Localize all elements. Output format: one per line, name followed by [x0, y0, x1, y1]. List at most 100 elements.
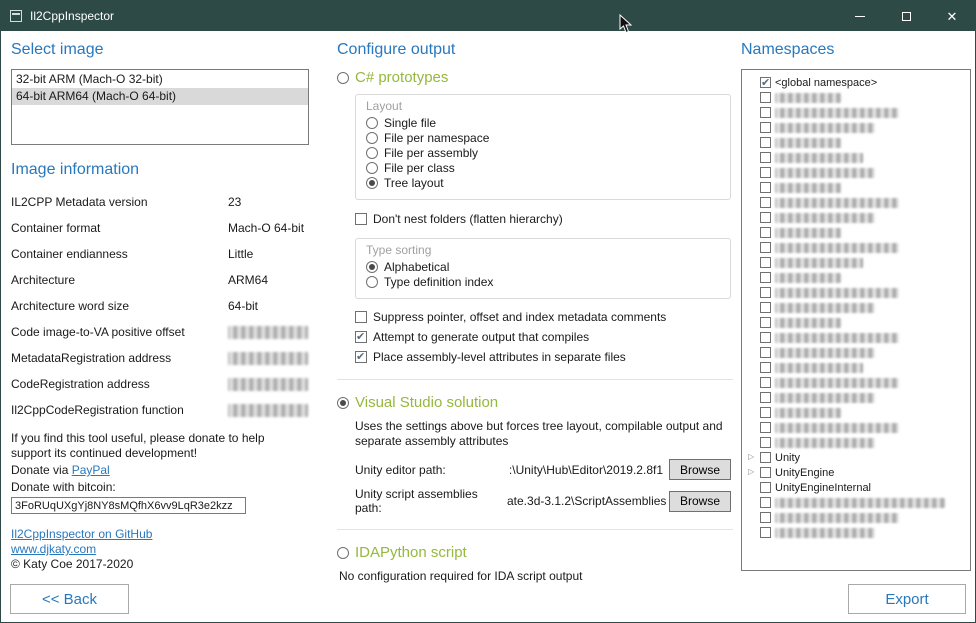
namespace-checkbox[interactable] — [760, 467, 771, 478]
output-checkbox-row[interactable]: Attempt to generate output that compiles — [355, 329, 733, 345]
namespace-item[interactable]: ▷ — [746, 495, 968, 510]
type-sorting-option[interactable]: Type definition index — [366, 275, 720, 289]
namespace-item[interactable]: ▷ — [746, 90, 968, 105]
namespace-item[interactable]: ▷ — [746, 330, 968, 345]
namespace-item[interactable]: ▷ — [746, 135, 968, 150]
namespace-checkbox[interactable] — [760, 302, 771, 313]
unity-script-assemblies-value[interactable]: ate.3d-3.1.2\ScriptAssemblies — [507, 494, 669, 508]
output-checkbox-row[interactable]: Place assembly-level attributes in separ… — [355, 349, 733, 365]
maximize-button[interactable] — [883, 1, 929, 31]
output-checkbox-row[interactable]: Suppress pointer, offset and index metad… — [355, 309, 733, 325]
namespace-item[interactable]: ▷ — [746, 195, 968, 210]
namespace-checkbox[interactable] — [760, 377, 771, 388]
namespace-checkbox[interactable] — [760, 212, 771, 223]
namespace-item[interactable]: ▷ — [746, 180, 968, 195]
namespace-item[interactable]: ▷ UnityEngine — [746, 465, 968, 480]
namespace-item[interactable]: ▷ — [746, 120, 968, 135]
image-list-item[interactable]: 32-bit ARM (Mach-O 32-bit) — [12, 71, 308, 88]
namespace-checkbox[interactable] — [760, 197, 771, 208]
namespace-checkbox[interactable] — [760, 497, 771, 508]
namespace-checkbox[interactable] — [760, 407, 771, 418]
layout-option[interactable]: Single file — [366, 116, 720, 130]
expander-icon[interactable]: ▷ — [748, 468, 754, 476]
namespace-item[interactable]: ▷ Unity — [746, 450, 968, 465]
namespace-checkbox[interactable] — [760, 242, 771, 253]
namespaces-list[interactable]: ▷ <global namespace> ▷ ▷ ▷ — [741, 69, 971, 571]
minimize-button[interactable] — [837, 1, 883, 31]
namespace-item[interactable]: ▷ — [746, 435, 968, 450]
layout-option[interactable]: File per assembly — [366, 146, 720, 160]
browse-script-assemblies-button[interactable]: Browse — [669, 491, 731, 512]
namespace-item[interactable]: ▷ — [746, 420, 968, 435]
browse-unity-editor-button[interactable]: Browse — [669, 459, 731, 480]
paypal-link[interactable]: PayPal — [72, 463, 110, 477]
image-listbox[interactable]: 32-bit ARM (Mach-O 32-bit) 64-bit ARM64 … — [11, 69, 309, 145]
namespace-item[interactable]: ▷ — [746, 375, 968, 390]
type-sorting-option[interactable]: Alphabetical — [366, 260, 720, 274]
flatten-hierarchy-checkbox[interactable]: Don't nest folders (flatten hierarchy) — [355, 212, 733, 226]
namespace-item[interactable]: ▷ — [746, 165, 968, 180]
namespace-checkbox[interactable] — [760, 482, 771, 493]
namespace-checkbox[interactable] — [760, 77, 771, 88]
namespace-item[interactable]: ▷ — [746, 525, 968, 540]
namespace-item[interactable]: ▷ — [746, 270, 968, 285]
namespace-item[interactable]: ▷ — [746, 255, 968, 270]
github-link[interactable]: Il2CppInspector on GitHub — [11, 527, 309, 541]
close-button[interactable]: ✕ — [929, 1, 975, 31]
namespace-checkbox[interactable] — [760, 347, 771, 358]
namespace-checkbox[interactable] — [760, 257, 771, 268]
namespace-checkbox[interactable] — [760, 167, 771, 178]
namespace-item[interactable]: ▷ — [746, 225, 968, 240]
namespace-item[interactable]: ▷ — [746, 150, 968, 165]
visual-studio-solution-option[interactable]: Visual Studio solution — [337, 394, 733, 411]
info-row: Code image-to-VA positive offset — [11, 319, 309, 345]
layout-option[interactable]: File per class — [366, 161, 720, 175]
layout-groupbox: Layout Single file File per namespace — [355, 94, 731, 200]
csharp-prototypes-option[interactable]: C# prototypes — [337, 69, 733, 86]
namespace-checkbox[interactable] — [760, 512, 771, 523]
namespace-item[interactable]: ▷ <global namespace> — [746, 75, 968, 90]
namespace-checkbox[interactable] — [760, 422, 771, 433]
namespace-checkbox[interactable] — [760, 332, 771, 343]
namespace-label — [775, 408, 841, 418]
namespace-item[interactable]: ▷ — [746, 510, 968, 525]
back-button[interactable]: << Back — [10, 584, 129, 614]
namespace-item[interactable]: ▷ — [746, 360, 968, 375]
namespace-checkbox[interactable] — [760, 287, 771, 298]
idapython-script-option[interactable]: IDAPython script — [337, 544, 733, 561]
bitcoin-address-input[interactable] — [11, 497, 246, 514]
namespace-label — [775, 348, 875, 358]
namespace-checkbox[interactable] — [760, 92, 771, 103]
namespace-item[interactable]: ▷ — [746, 315, 968, 330]
namespace-checkbox[interactable] — [760, 122, 771, 133]
namespace-item[interactable]: ▷ UnityEngineInternal — [746, 480, 968, 495]
namespace-checkbox[interactable] — [760, 452, 771, 463]
namespace-checkbox[interactable] — [760, 152, 771, 163]
namespace-checkbox[interactable] — [760, 137, 771, 148]
namespace-item[interactable]: ▷ — [746, 390, 968, 405]
namespace-item[interactable]: ▷ — [746, 300, 968, 315]
expander-icon[interactable]: ▷ — [748, 453, 754, 461]
layout-option[interactable]: Tree layout — [366, 176, 720, 190]
namespace-checkbox[interactable] — [760, 317, 771, 328]
namespace-checkbox[interactable] — [760, 437, 771, 448]
namespace-checkbox[interactable] — [760, 107, 771, 118]
namespace-item[interactable]: ▷ — [746, 105, 968, 120]
namespace-checkbox[interactable] — [760, 182, 771, 193]
image-list-item[interactable]: 64-bit ARM64 (Mach-O 64-bit) — [12, 88, 308, 105]
namespace-item[interactable]: ▷ — [746, 405, 968, 420]
namespace-checkbox[interactable] — [760, 272, 771, 283]
unity-editor-path-value[interactable]: :\Unity\Hub\Editor\2019.2.8f1 — [507, 463, 669, 477]
namespace-checkbox[interactable] — [760, 392, 771, 403]
export-button[interactable]: Export — [848, 584, 966, 614]
namespace-item[interactable]: ▷ — [746, 240, 968, 255]
namespace-item[interactable]: ▷ — [746, 285, 968, 300]
namespace-checkbox[interactable] — [760, 527, 771, 538]
website-link[interactable]: www.djkaty.com — [11, 542, 309, 556]
namespace-checkbox[interactable] — [760, 227, 771, 238]
layout-option[interactable]: File per namespace — [366, 131, 720, 145]
namespace-checkbox[interactable] — [760, 362, 771, 373]
option-label: Single file — [384, 116, 436, 130]
namespace-item[interactable]: ▷ — [746, 210, 968, 225]
namespace-item[interactable]: ▷ — [746, 345, 968, 360]
